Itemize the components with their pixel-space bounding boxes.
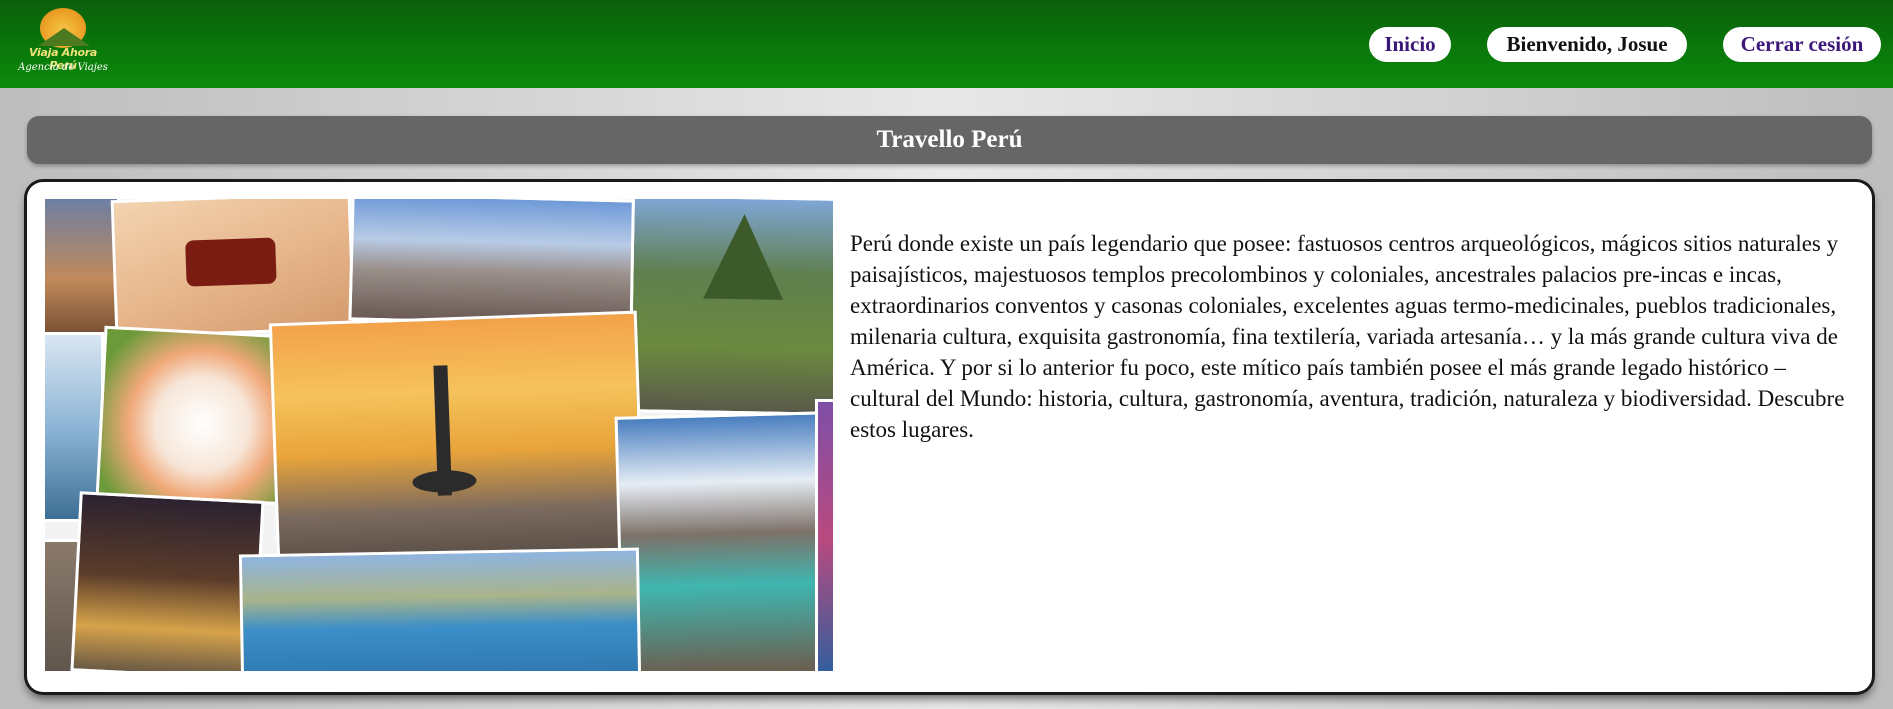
mountain-logo-icon bbox=[38, 28, 90, 46]
collage-photo-lake-titicaca bbox=[238, 547, 642, 671]
peru-photo-collage bbox=[45, 199, 833, 671]
collage-photo-mountain-lake bbox=[614, 411, 832, 671]
logo-tagline: Agencia de Viajes bbox=[18, 62, 108, 73]
collage-photo-stone-forest bbox=[348, 199, 637, 328]
collage-photo-plaza-de-armas bbox=[268, 310, 646, 569]
collage-photo-edge bbox=[815, 399, 833, 671]
site-logo[interactable]: Viaja Ahora Perú Agencia de Viajes bbox=[14, 6, 112, 82]
welcome-user-text: Bienvenido, Josue bbox=[1487, 27, 1687, 62]
top-navbar: Viaja Ahora Perú Agencia de Viajes Inici… bbox=[0, 0, 1893, 88]
nav-home-link[interactable]: Inicio bbox=[1369, 27, 1451, 62]
collage-photo-city bbox=[45, 199, 120, 336]
content-card: Perú donde existe un país legendario que… bbox=[27, 182, 1872, 692]
collage-photo-cusco-fountain bbox=[70, 491, 265, 671]
logout-link[interactable]: Cerrar cesión bbox=[1723, 27, 1881, 62]
collage-photo-machu-picchu bbox=[628, 199, 833, 416]
peru-description-text: Perú donde existe un país legendario que… bbox=[850, 231, 1845, 442]
page-title: Travello Perú bbox=[27, 116, 1872, 164]
collage-photo-dune-buggy bbox=[110, 199, 356, 339]
